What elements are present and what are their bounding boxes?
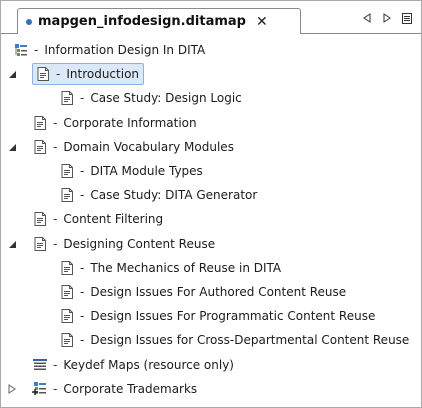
tree-node-label: Corporate Trademarks: [63, 382, 198, 396]
tree-row: - The Mechanics of Reuse in DITA: [1, 257, 421, 279]
tree-node[interactable]: - Design Issues For Authored Content Reus…: [59, 282, 350, 302]
tree-node-label: Case Study: DITA Generator: [90, 188, 258, 202]
tree-node[interactable]: - Introduction: [32, 63, 145, 85]
tree-node[interactable]: - Information Design In DITA: [13, 40, 209, 60]
tree-row: - Design Issues For Programmatic Content …: [1, 305, 421, 327]
tree-node-label: DITA Module Types: [90, 164, 203, 178]
tree-node[interactable]: - Keydef Maps (resource only): [32, 355, 238, 375]
node-separator: -: [53, 140, 58, 154]
tree-row: - Case Study: Design Logic: [1, 87, 421, 109]
tree-row: - Corporate Trademarks: [1, 378, 421, 400]
keydef-icon: [32, 357, 48, 373]
topic-icon: [59, 90, 75, 106]
submap-icon: [32, 381, 48, 397]
triangle-right-icon[interactable]: [381, 12, 393, 24]
expanded-toggle-icon[interactable]: [7, 69, 17, 79]
tree-node-label: Design Issues for Cross-Departmental Con…: [90, 333, 410, 347]
node-separator: -: [80, 285, 85, 299]
tree-node-label: Designing Content Reuse: [63, 237, 216, 251]
menu-icon[interactable]: [401, 12, 413, 24]
tree-row: - Designing Content Reuse: [1, 233, 421, 255]
node-separator: -: [53, 212, 58, 226]
expanded-toggle-icon[interactable]: [7, 142, 17, 152]
tree-node[interactable]: - DITA Module Types: [59, 161, 207, 181]
tree-node[interactable]: - Designing Content Reuse: [32, 234, 219, 254]
topic-icon: [32, 139, 48, 155]
node-separator: -: [80, 188, 85, 202]
node-separator: -: [53, 358, 58, 372]
topic-icon: [35, 66, 51, 82]
tree-node[interactable]: - Domain Vocabulary Modules: [32, 137, 238, 157]
tree-row: - Domain Vocabulary Modules: [1, 136, 421, 158]
topic-icon: [59, 260, 75, 276]
tree-row: - Introduction: [1, 63, 421, 85]
tree-node-label: The Mechanics of Reuse in DITA: [90, 261, 282, 275]
topic-icon: [59, 163, 75, 179]
tree-node-label: Design Issues For Authored Content Reuse: [90, 285, 347, 299]
tree-node-label: Content Filtering: [63, 212, 164, 226]
collapsed-toggle-icon[interactable]: [7, 384, 17, 394]
topic-icon: [32, 115, 48, 131]
tree-node[interactable]: - The Mechanics of Reuse in DITA: [59, 258, 285, 278]
close-icon[interactable]: ✕: [256, 15, 268, 29]
tree-row: - Case Study: DITA Generator: [1, 184, 421, 206]
tab-title: mapgen_infodesign.ditamap: [38, 14, 246, 29]
topic-icon: [32, 211, 48, 227]
tree-node-label: Case Study: Design Logic: [90, 91, 242, 105]
tree-node[interactable]: - Case Study: Design Logic: [59, 88, 246, 108]
modified-dot-icon: [26, 18, 32, 25]
tree-node-label: Design Issues For Programmatic Content R…: [90, 309, 376, 323]
tab-toolbar: [361, 12, 413, 24]
tab-ditamap[interactable]: mapgen_infodesign.ditamap ✕: [17, 8, 301, 34]
node-separator: -: [80, 333, 85, 347]
tree-row: - Keydef Maps (resource only): [1, 354, 421, 376]
topic-icon: [32, 236, 48, 252]
node-separator: -: [80, 309, 85, 323]
expanded-toggle-icon[interactable]: [7, 239, 17, 249]
tree-node[interactable]: - Corporate Information: [32, 113, 201, 133]
node-separator: -: [56, 67, 61, 81]
tree-row: - Corporate Information: [1, 112, 421, 134]
node-separator: -: [53, 237, 58, 251]
tree-node[interactable]: - Design Issues For Programmatic Content …: [59, 306, 379, 326]
tree-node-label: Keydef Maps (resource only): [63, 358, 234, 372]
node-separator: -: [80, 261, 85, 275]
tree-node[interactable]: - Case Study: DITA Generator: [59, 185, 261, 205]
tree-node-label: Introduction: [66, 67, 140, 81]
tree-row: - Information Design In DITA: [1, 39, 421, 61]
tree-row: - Design Issues For Authored Content Reus…: [1, 281, 421, 303]
editor-tab-bar: mapgen_infodesign.ditamap ✕: [1, 1, 421, 34]
tree-row: - DITA Module Types: [1, 160, 421, 182]
tree-row: - Design Issues for Cross-Departmental Co…: [1, 329, 421, 351]
tree-node-label: Information Design In DITA: [44, 43, 206, 57]
node-separator: -: [53, 116, 58, 130]
topic-icon: [59, 284, 75, 300]
tree-node-label: Domain Vocabulary Modules: [63, 140, 234, 154]
map-icon: [13, 42, 29, 58]
topic-icon: [59, 332, 75, 348]
node-separator: -: [34, 43, 39, 57]
tree-node-label: Corporate Information: [63, 116, 197, 130]
map-manager-panel: mapgen_infodesign.ditamap ✕ - Information…: [0, 0, 422, 408]
tree-node[interactable]: - Content Filtering: [32, 209, 167, 229]
triangle-left-icon[interactable]: [361, 12, 373, 24]
node-separator: -: [80, 91, 85, 105]
topic-icon: [59, 308, 75, 324]
tree-row: - Content Filtering: [1, 208, 421, 230]
tree-node[interactable]: - Design Issues for Cross-Departmental Co…: [59, 330, 413, 350]
node-separator: -: [53, 382, 58, 396]
node-separator: -: [80, 164, 85, 178]
tree-node[interactable]: - Corporate Trademarks: [32, 379, 201, 399]
topic-icon: [59, 187, 75, 203]
